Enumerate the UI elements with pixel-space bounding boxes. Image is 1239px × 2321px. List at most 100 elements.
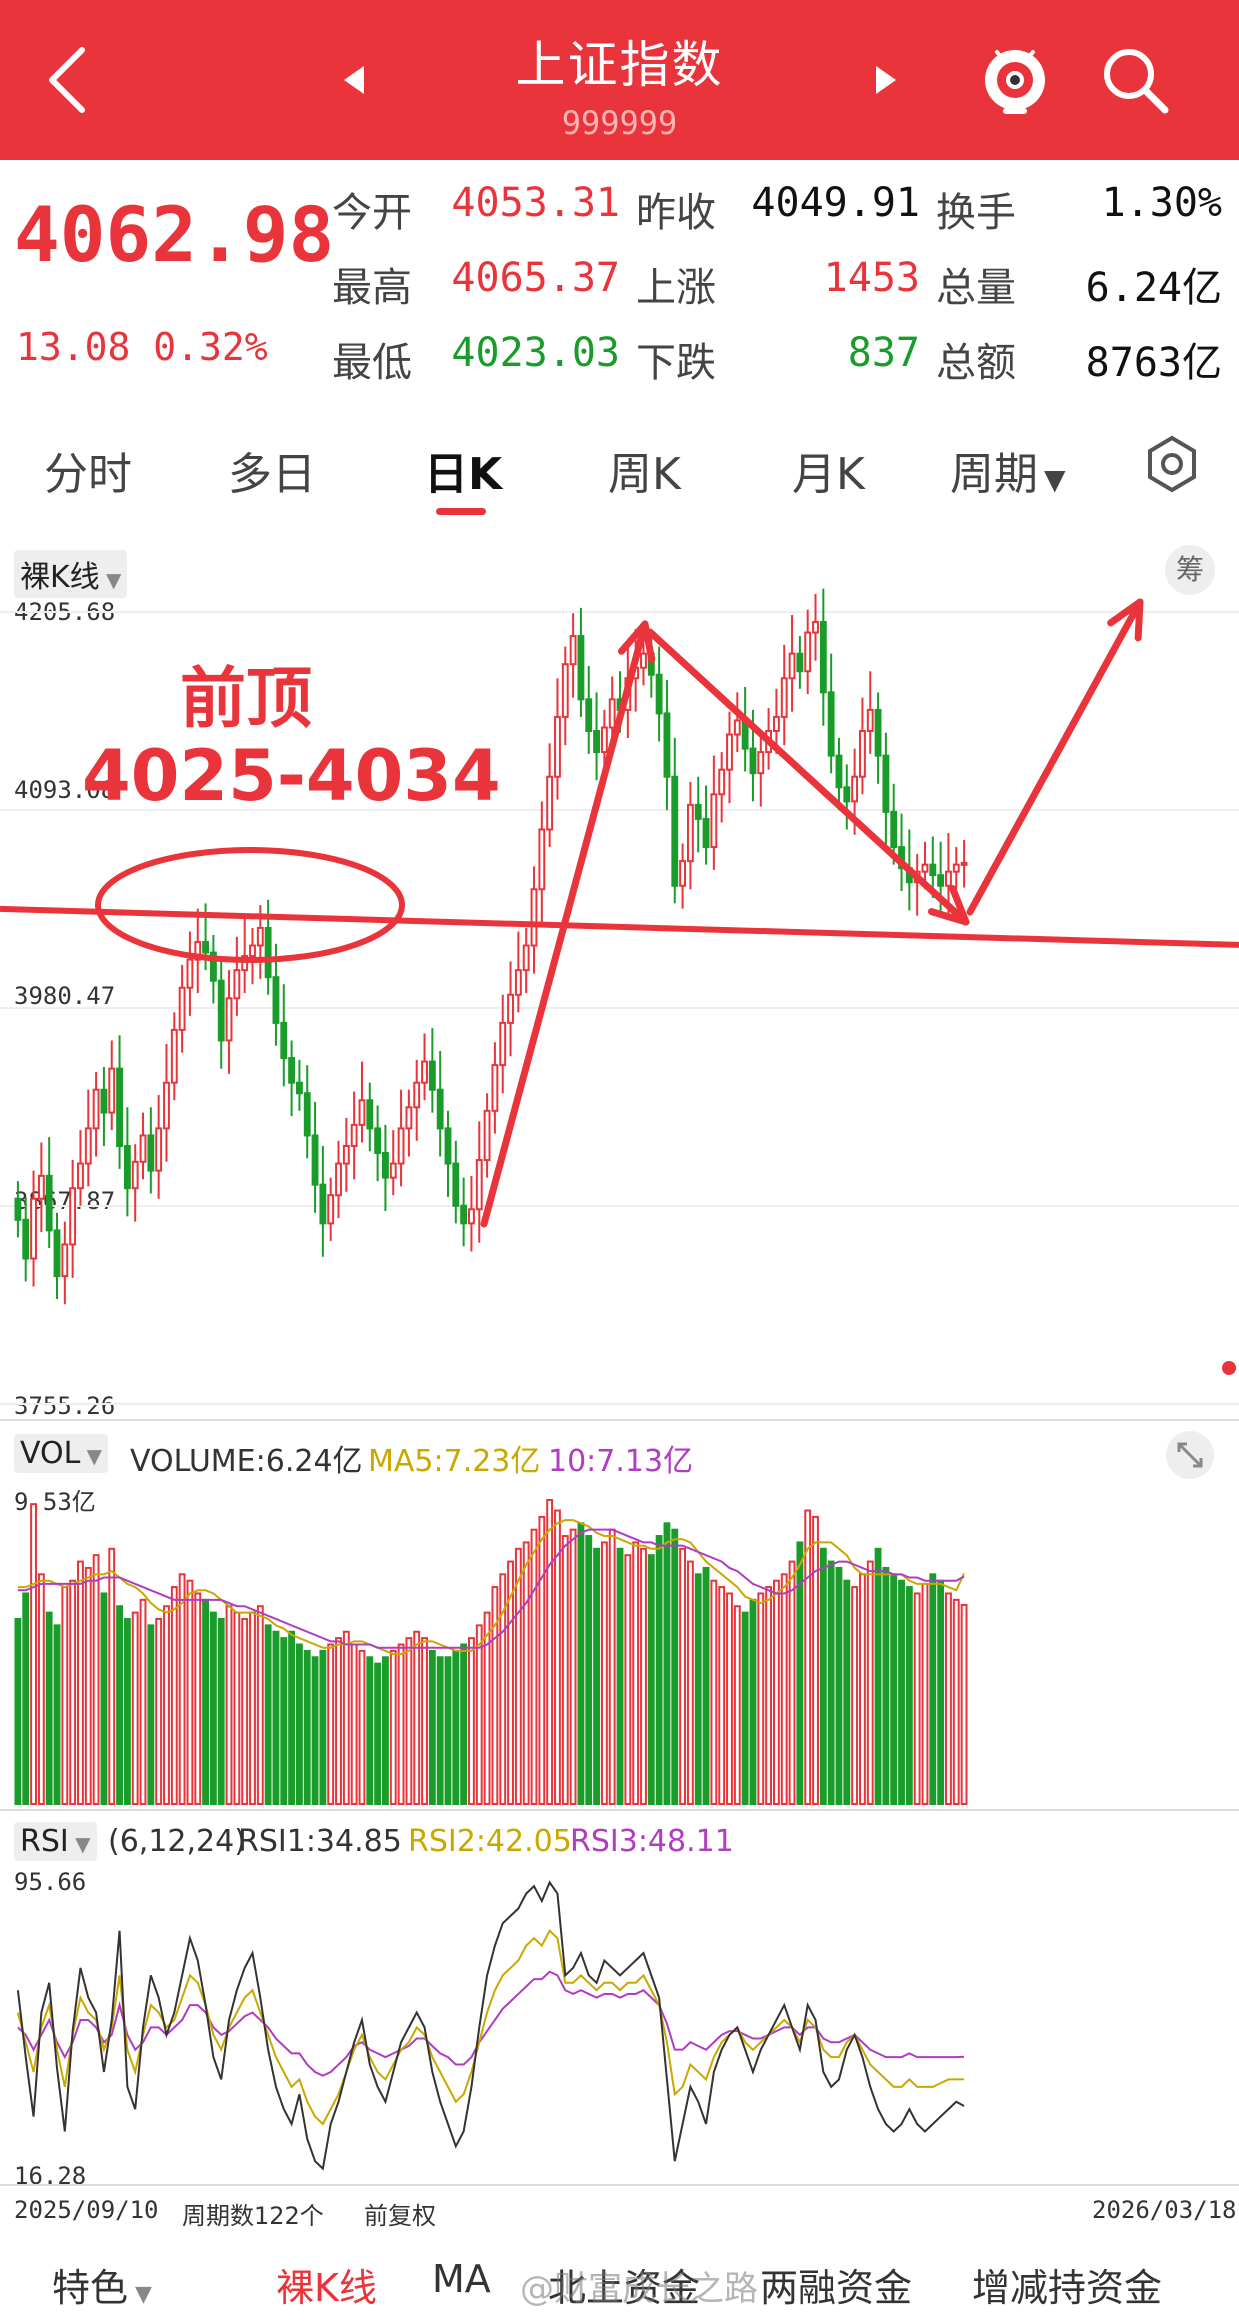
end-date: 2026/03/18 [1092,2196,1237,2224]
volume-bar [514,1547,522,1806]
candle-body [405,1106,413,1130]
candle-body [84,1127,92,1165]
candle-body [772,715,780,733]
volume-bar [61,1586,69,1805]
nav-naked-k[interactable]: 裸K线 [276,2257,377,2312]
candle-body [866,708,874,733]
candle-body [757,751,765,775]
volume-bar [866,1560,874,1805]
rally-arrow [480,620,649,1228]
volume-bar [538,1515,546,1805]
nav-ma[interactable]: MA [432,2257,491,2301]
candle-body [139,1134,147,1163]
projection-arrow-head [1107,598,1144,642]
candle-body [741,719,749,750]
volume-bar [358,1649,366,1806]
volume-bar [741,1611,749,1805]
volume-bar [593,1547,600,1806]
candle-body [499,1021,507,1067]
tab-multiday[interactable]: 多日 [228,438,316,502]
settings-icon[interactable] [1140,432,1204,496]
volume-bar [249,1611,256,1805]
candle-body [679,860,687,887]
annotation-title: 前顶 [180,660,312,737]
candle-body [421,1060,428,1084]
candle-body [780,677,788,718]
candle-body [898,846,905,870]
candle-body [280,1021,288,1060]
volume-bar [663,1522,671,1806]
volume-ma10-line [17,1528,965,1649]
volume-bar [632,1541,640,1805]
candle-body [186,958,194,989]
candle-body [929,863,937,877]
volume-bar [585,1535,593,1805]
candle-body [686,803,694,863]
quote-field-value: 8763亿 [1085,340,1222,386]
candle-body [468,1208,475,1225]
volume-bar [475,1624,483,1806]
volume-bar [851,1586,859,1805]
expand-icon[interactable] [1165,1430,1215,1480]
candle-body [804,631,812,673]
volume-bar [686,1560,694,1805]
volume-bar [772,1579,780,1806]
volume-value-label: VOLUME:6.24亿 [130,1444,363,1479]
candle-body [796,652,804,673]
candle-body [647,652,655,676]
candle-body [491,1064,499,1112]
search-icon[interactable] [1095,40,1175,120]
volume-bar [765,1586,773,1805]
candle-body [100,1088,108,1114]
candle-body [194,941,202,961]
tab-period[interactable]: 周期 ▼ [950,438,1066,502]
volume-bar [694,1573,702,1806]
candle-body [663,712,671,778]
candle-body [608,698,616,729]
candle-body [241,955,249,972]
candle-body [718,768,726,796]
volume-bar [53,1624,61,1806]
volume-bar [272,1630,280,1806]
candle-body [882,754,890,813]
tab-daily-k[interactable]: 日K [424,438,502,502]
volume-bar [444,1656,452,1806]
candle-body [436,1088,444,1130]
tab-weekly-k[interactable]: 周K [608,438,681,502]
volume-bar [937,1579,945,1806]
volume-bar [350,1643,358,1805]
volume-bar [726,1592,733,1805]
chip-distribution-button[interactable]: 筹 [1165,545,1215,595]
nav-features[interactable]: 特色 ▼ [52,2257,152,2312]
volume-bar [522,1541,530,1805]
candle-body [217,979,225,1042]
rsi-indicator-select[interactable]: RSI ▼ [14,1822,97,1861]
volume-bar [843,1579,851,1806]
dropdown-arrow-icon: ▼ [1044,463,1066,496]
volume-bar [147,1624,155,1806]
candle-body [890,810,898,849]
volume-indicator-select[interactable]: VOL ▼ [14,1434,109,1473]
price-marker-dot [1222,1361,1236,1375]
volume-bar [288,1630,296,1806]
volume-bar [460,1643,468,1805]
tab-intraday[interactable]: 分时 [44,438,132,502]
volume-bar [921,1582,929,1805]
next-stock-icon[interactable] [870,62,900,98]
volume-bar [280,1637,288,1805]
volume-bar [382,1656,389,1806]
candle-body [170,1028,178,1084]
assistant-avatar-icon[interactable] [975,38,1055,118]
candle-body [163,1081,170,1130]
tab-monthly-k[interactable]: 月K [792,438,865,502]
candle-body [327,1194,335,1225]
volume-bar [22,1592,30,1805]
candle-body [272,976,280,1024]
volume-bar [679,1547,687,1806]
kline-mode-select[interactable]: 裸K线 ▼ [14,550,128,598]
nav-holdings[interactable]: 增减持资金 [972,2257,1162,2312]
volume-bar [397,1643,405,1805]
candle-body [155,1127,163,1172]
candle-body [311,1134,319,1186]
nav-margin[interactable]: 两融资金 [760,2257,912,2312]
